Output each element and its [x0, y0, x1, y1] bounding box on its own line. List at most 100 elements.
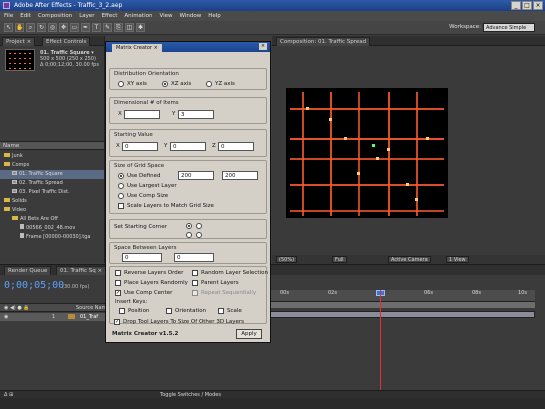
tree-row-junk[interactable]: Junk [0, 152, 104, 161]
tree-row-traffic-spread[interactable]: 02. Traffic Spread [0, 179, 104, 188]
tree-row-comps[interactable]: Comps [0, 161, 104, 170]
clone-tool-icon[interactable]: ⎘ [114, 23, 123, 32]
reverse-order-checkbox[interactable] [115, 270, 121, 276]
menu-effect[interactable]: Effect [102, 11, 118, 21]
radio-yz-axis[interactable] [206, 81, 212, 87]
random-selection-checkbox[interactable] [192, 270, 198, 276]
menu-file[interactable]: File [4, 11, 13, 21]
key-position-checkbox[interactable] [119, 308, 125, 314]
work-area-bar[interactable] [270, 302, 535, 308]
radio-use-largest-layer[interactable] [118, 183, 124, 189]
key-scale-label: Scale [227, 308, 242, 314]
menu-layer[interactable]: Layer [79, 11, 94, 21]
tree-row-frame-sequence[interactable]: Frame [00000-00030].tga [0, 233, 104, 242]
project-name-column-header[interactable]: Name [0, 141, 104, 150]
tree-row-movie-file[interactable]: 00566_002_48.mov [0, 224, 104, 233]
dim-x-field[interactable] [124, 110, 160, 119]
ruler-tick: 10s [518, 290, 527, 296]
menu-window[interactable]: Window [180, 11, 202, 21]
radio-use-comp-size[interactable] [118, 193, 124, 199]
key-scale-checkbox[interactable] [218, 308, 224, 314]
layer-name[interactable]: 01_Traf [80, 313, 98, 321]
spacing-y-field[interactable]: 0 [174, 253, 214, 262]
tree-row-all-bets[interactable]: All Bets Are Off [0, 215, 104, 224]
tree-row-video[interactable]: Video [0, 206, 104, 215]
workspace-dropdown[interactable]: Advance Simple [483, 23, 535, 32]
spacing-x-field[interactable]: 0 [122, 253, 162, 262]
grid-width-field[interactable]: 200 [178, 171, 214, 180]
radio-xz-axis[interactable] [162, 81, 168, 87]
layer-duration-bar[interactable] [270, 311, 535, 318]
corner-bottom-right-radio[interactable] [196, 232, 202, 238]
place-randomly-checkbox[interactable] [115, 280, 121, 286]
menu-animation[interactable]: Animation [124, 11, 152, 21]
mask-tool-icon[interactable]: ▭ [70, 23, 79, 32]
hand-tool-icon[interactable]: ✋ [15, 23, 24, 32]
start-x-field[interactable]: 0 [122, 142, 158, 151]
parent-layers-checkbox[interactable] [192, 280, 198, 286]
resolution-dropdown[interactable]: Full [332, 256, 347, 263]
drop-tool-checkbox[interactable]: ✓ [114, 319, 120, 325]
distribution-label: Distribution Orientation [114, 71, 179, 77]
video-visibility-icon[interactable]: ◉ [4, 313, 8, 321]
tab-render-queue[interactable]: Render Queue [4, 266, 52, 275]
dialog-close-button[interactable]: × [259, 43, 267, 50]
menu-help[interactable]: Help [208, 11, 221, 21]
use-comp-center-checkbox[interactable]: ✓ [115, 290, 121, 296]
key-orientation-checkbox[interactable] [166, 308, 172, 314]
tab-timeline-comp[interactable]: 01. Traffic Sq × [56, 266, 107, 275]
magnification-dropdown[interactable]: (50%) [276, 256, 298, 263]
selected-item-duration: Δ 0;00;12;00, 30.00 fps [40, 62, 99, 68]
tab-effect-controls[interactable]: Effect Controls [42, 37, 91, 46]
maximize-button[interactable]: □ [522, 1, 532, 10]
view-layout-dropdown[interactable]: 1 View [446, 256, 469, 263]
radio-use-defined[interactable] [118, 173, 124, 179]
layer-label-color[interactable] [68, 314, 75, 319]
corner-top-right-radio[interactable] [196, 223, 202, 229]
start-z-label: Z [212, 143, 216, 149]
time-ruler[interactable]: 00s 02s 04s 06s 08s 10s [270, 290, 535, 302]
text-tool-icon[interactable]: T [92, 23, 101, 32]
eraser-tool-icon[interactable]: ◫ [125, 23, 134, 32]
repeat-sequentially-checkbox[interactable] [192, 290, 198, 296]
menu-edit[interactable]: Edit [20, 11, 31, 21]
scale-layers-checkbox[interactable] [118, 203, 124, 209]
close-window-button[interactable]: × [533, 1, 543, 10]
menu-view[interactable]: View [159, 11, 172, 21]
grid-height-field[interactable]: 200 [222, 171, 258, 180]
menu-composition[interactable]: Composition [38, 11, 72, 21]
dim-y-field[interactable]: 3 [178, 110, 214, 119]
footage-file-icon [20, 233, 24, 238]
current-timecode[interactable]: 0;00;05;00 [4, 280, 64, 291]
composition-icon [12, 171, 17, 175]
tree-row-label: 03. Pixel Traffic Dist. [19, 189, 70, 195]
corner-bottom-left-radio[interactable] [186, 232, 192, 238]
brush-tool-icon[interactable]: ✎ [103, 23, 112, 32]
window-controls: _ □ × [511, 1, 543, 10]
pen-tool-icon[interactable]: ✒ [81, 23, 90, 32]
dialog-tab[interactable]: Matrix Creator × [112, 44, 162, 52]
dimensional-group: Dimensional # of Items X Y 3 [109, 97, 267, 124]
tree-row-pixel-traffic[interactable]: 03. Pixel Traffic Dist. [0, 188, 104, 197]
start-z-field[interactable]: 0 [218, 142, 254, 151]
puppet-tool-icon[interactable]: ✱ [136, 23, 145, 32]
apply-button[interactable]: Apply [236, 329, 262, 339]
minimize-button[interactable]: _ [511, 1, 521, 10]
selection-tool-icon[interactable]: ↖ [4, 23, 13, 32]
tree-row-traffic-square[interactable]: 01. Traffic Square [0, 170, 104, 179]
tree-row-solids[interactable]: Solids [0, 197, 104, 206]
radio-xy-axis[interactable] [118, 81, 124, 87]
current-time-indicator-line[interactable] [380, 290, 381, 400]
tab-project[interactable]: Project × [2, 37, 36, 46]
composition-viewer[interactable] [286, 88, 448, 218]
camera-tool-icon[interactable]: ◎ [48, 23, 57, 32]
corner-top-left-radio[interactable] [186, 223, 192, 229]
tab-composition[interactable]: Composition: 01. Traffic Spread [276, 37, 371, 46]
dim-y-label: Y [172, 111, 176, 117]
pan-behind-tool-icon[interactable]: ✥ [59, 23, 68, 32]
active-camera-dropdown[interactable]: Active Camera [388, 256, 431, 263]
rotate-tool-icon[interactable]: ↻ [37, 23, 46, 32]
start-y-field[interactable]: 0 [170, 142, 206, 151]
project-item-info: 01. Traffic Square ▾ 500 x 500 (250 x 25… [40, 50, 102, 68]
zoom-tool-icon[interactable]: ⌕ [26, 23, 35, 32]
